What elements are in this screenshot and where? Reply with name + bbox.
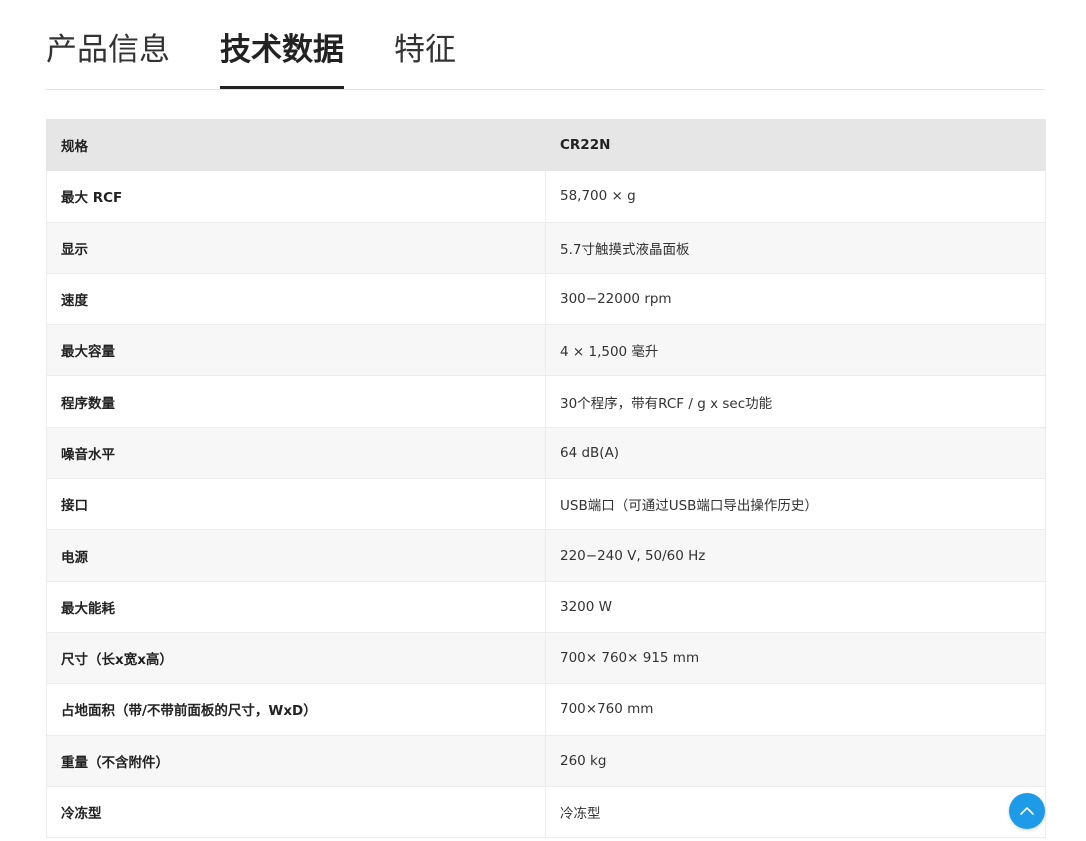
spec-key: 最大容量 [46, 324, 546, 377]
table-row: 最大 RCF 58,700 × g [46, 170, 1046, 223]
tab-bar: 产品信息 技术数据 特征 [46, 0, 1045, 90]
spec-key: 程序数量 [46, 375, 546, 428]
spec-value: 64 dB(A) [545, 426, 1046, 480]
spec-value: 260 kg [545, 734, 1046, 787]
tab-features[interactable]: 特征 [394, 0, 456, 89]
table-row: 重量（不含附件） 260 kg [46, 734, 1046, 787]
spec-value: 58,700 × g [545, 170, 1046, 223]
table-row: 最大容量 4 × 1,500 毫升 [46, 324, 1046, 377]
spec-value: 5.7寸触摸式液晶面板 [545, 221, 1046, 274]
table-row: 冷冻型 冷冻型 [46, 785, 1046, 839]
spec-key: 显示 [46, 221, 546, 274]
spec-key: 占地面积（带/不带前面板的尺寸，WxD） [46, 683, 546, 736]
spec-value: 3200 W [545, 580, 1046, 633]
table-row: 程序数量 30个程序，带有RCF / g x sec功能 [46, 375, 1046, 428]
tab-technical-data[interactable]: 技术数据 [220, 0, 344, 89]
spec-key: 接口 [46, 478, 546, 531]
spec-value: 4 × 1,500 毫升 [545, 324, 1046, 377]
spec-key: 噪音水平 [46, 426, 546, 480]
header-value-cell: CR22N [545, 118, 1046, 172]
spec-value: 700×760 mm [545, 683, 1046, 736]
spec-value: USB端口（可通过USB端口导出操作历史） [545, 478, 1046, 531]
table-row: 电源 220−240 V, 50/60 Hz [46, 529, 1046, 582]
table-header-row: 规格 CR22N [46, 118, 1046, 172]
spec-value: 220−240 V, 50/60 Hz [545, 529, 1046, 582]
spec-key: 速度 [46, 272, 546, 326]
spec-key: 冷冻型 [46, 785, 546, 839]
table-row: 速度 300−22000 rpm [46, 272, 1046, 326]
chevron-up-icon [1020, 807, 1034, 815]
table-row: 显示 5.7寸触摸式液晶面板 [46, 221, 1046, 274]
table-row: 占地面积（带/不带前面板的尺寸，WxD） 700×760 mm [46, 683, 1046, 736]
spec-value: 300−22000 rpm [545, 272, 1046, 326]
spec-key: 重量（不含附件） [46, 734, 546, 787]
spec-key: 电源 [46, 529, 546, 582]
table-row: 最大能耗 3200 W [46, 580, 1046, 633]
spec-key: 最大能耗 [46, 580, 546, 633]
spec-key: 尺寸（长x宽x高） [46, 631, 546, 685]
table-row: 噪音水平 64 dB(A) [46, 426, 1046, 480]
spec-key: 最大 RCF [46, 170, 546, 223]
spec-table: 规格 CR22N 最大 RCF 58,700 × g 显示 5.7寸触摸式液晶面… [46, 118, 1046, 839]
spec-value: 30个程序，带有RCF / g x sec功能 [545, 375, 1046, 428]
spec-value: 冷冻型 [545, 785, 1046, 839]
table-row: 接口 USB端口（可通过USB端口导出操作历史） [46, 478, 1046, 531]
scroll-to-top-button[interactable] [1009, 793, 1045, 829]
tab-product-info[interactable]: 产品信息 [46, 0, 170, 89]
header-key-cell: 规格 [46, 118, 546, 172]
table-row: 尺寸（长x宽x高） 700× 760× 915 mm [46, 631, 1046, 685]
spec-value: 700× 760× 915 mm [545, 631, 1046, 685]
